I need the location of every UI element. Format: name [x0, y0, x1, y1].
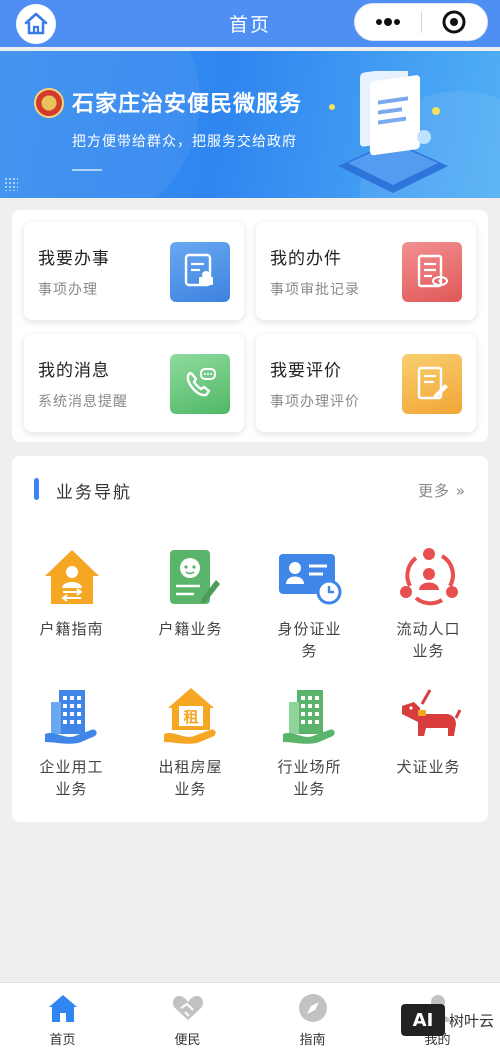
card-my-cases[interactable]: 我的办件 事项审批记录	[256, 222, 476, 320]
nav-item-label: 企业用工业务	[39, 758, 104, 798]
svg-text:租: 租	[183, 708, 198, 726]
card-title: 我的办件	[270, 249, 342, 269]
floating-population-icon	[396, 544, 462, 610]
card-title: 我要评价	[270, 361, 342, 381]
nav-item-label: 身份证业务	[277, 620, 342, 660]
miniprogram-capsule	[354, 3, 488, 41]
section-marker	[34, 478, 39, 500]
card-subtitle: 事项办理评价	[270, 394, 360, 410]
review-icon	[402, 354, 462, 414]
watermark: AI 树叶云	[400, 1004, 494, 1036]
banner-divider	[72, 169, 102, 171]
nav-item-enterprise-employment[interactable]: 企业用工业务	[12, 682, 131, 800]
banner-subtitle: 把方便带给群众，把服务交给政府	[72, 134, 297, 150]
document-record-icon	[402, 242, 462, 302]
card-title: 我的消息	[38, 361, 110, 381]
nav-item-label: 犬证业务	[396, 758, 461, 776]
nav-item-dog-license[interactable]: 犬证业务	[369, 682, 488, 778]
more-menu-button[interactable]	[355, 4, 421, 40]
tab-convenience[interactable]: 便民	[125, 983, 250, 1052]
nav-item-label: 流动人口业务	[396, 620, 461, 660]
nav-item-household-business[interactable]: 户籍业务	[131, 544, 250, 640]
nav-item-household-guide[interactable]: 户籍指南	[12, 544, 131, 640]
nav-item-industry-venue[interactable]: 行业场所业务	[250, 682, 369, 800]
nav-item-label: 户籍业务	[158, 620, 223, 638]
target-close-icon	[442, 10, 466, 34]
industry-venue-icon	[277, 682, 343, 748]
tab-guide[interactable]: 指南	[250, 983, 375, 1052]
card-my-business[interactable]: 我要办事 事项办理	[24, 222, 244, 320]
household-business-icon	[158, 544, 224, 610]
page-title: 首页	[228, 14, 271, 36]
banner-title: 石家庄治安便民微服务	[72, 92, 303, 117]
promo-banner[interactable]: 石家庄治安便民微服务 把方便带给群众，把服务交给政府	[0, 51, 500, 198]
phone-message-icon	[170, 354, 230, 414]
nav-item-floating-population[interactable]: 流动人口业务	[369, 544, 488, 662]
document-illustration-icon	[329, 71, 448, 193]
certificate-icon	[170, 242, 230, 302]
tab-label: 便民	[174, 1033, 201, 1048]
home-button[interactable]	[16, 4, 56, 44]
more-link[interactable]: 更多 »	[418, 480, 466, 501]
nav-item-rental-housing[interactable]: 租 出租房屋业务	[131, 682, 250, 800]
nav-item-label: 出租房屋业务	[158, 758, 223, 798]
dog-license-icon	[396, 682, 462, 748]
card-subtitle: 系统消息提醒	[38, 394, 128, 410]
tab-label: 首页	[49, 1033, 76, 1048]
rental-housing-icon: 租	[158, 682, 224, 748]
handshake-icon	[171, 991, 205, 1025]
nav-item-label: 行业场所业务	[277, 758, 342, 798]
compass-icon	[296, 991, 330, 1025]
nav-item-id-card[interactable]: 身份证业务	[250, 544, 369, 662]
card-my-messages[interactable]: 我的消息 系统消息提醒	[24, 334, 244, 432]
service-cards-panel: 我要办事 事项办理 我的办件 事项审批记录 我的消息 系统消息提醒 我要评价 事…	[12, 210, 488, 442]
home-icon	[46, 991, 80, 1025]
close-miniprogram-button[interactable]	[422, 4, 488, 40]
watermark-badge: AI	[400, 1004, 445, 1036]
enterprise-employment-icon	[39, 682, 105, 748]
id-card-icon	[277, 544, 343, 610]
home-icon	[24, 12, 48, 35]
nav-item-label: 户籍指南	[39, 620, 104, 638]
card-subtitle: 事项办理	[38, 282, 98, 298]
banner-glow	[0, 51, 200, 198]
card-title: 我要办事	[38, 249, 110, 269]
tab-home[interactable]: 首页	[0, 983, 125, 1052]
more-dots-icon	[375, 18, 400, 26]
top-navigation-bar: 首页	[0, 0, 500, 47]
household-guide-icon	[39, 544, 105, 610]
tab-label: 指南	[299, 1033, 326, 1048]
business-nav-panel: 业务导航 更多 » 户籍指南 户籍业务 身份证业务 流动人口业务 企业用工业务 …	[12, 456, 488, 822]
card-evaluation[interactable]: 我要评价 事项办理评价	[256, 334, 476, 432]
banner-dot-pattern	[4, 177, 18, 191]
police-emblem-icon	[34, 88, 64, 118]
section-title: 业务导航	[56, 483, 132, 503]
watermark-text: 树叶云	[448, 1011, 494, 1030]
card-subtitle: 事项审批记录	[270, 282, 360, 298]
